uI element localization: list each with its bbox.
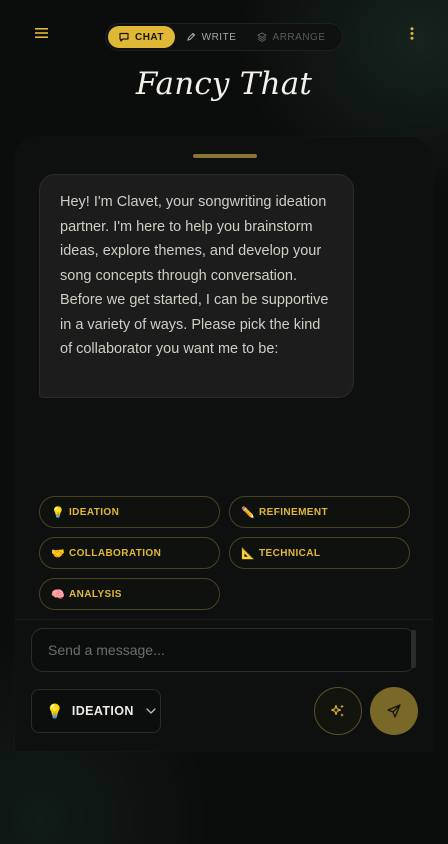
send-button[interactable] [370,687,418,735]
drag-handle[interactable] [193,154,257,158]
tab-write[interactable]: WRITE [175,26,247,48]
more-options-icon[interactable] [404,22,420,44]
mode-chip-analysis[interactable]: 🧠 ANALYSIS [39,578,220,610]
pencil-icon: ✏️ [240,506,256,519]
chat-bubble-icon [119,32,129,42]
selected-mode-label: IDEATION [71,704,134,718]
tab-write-label: WRITE [201,31,237,43]
hamburger-menu-icon[interactable] [29,22,53,44]
composer-divider [15,619,433,620]
triangle-ruler-icon: 📐 [240,547,256,560]
assistant-message: Hey! I'm Clavet, your songwriting ideati… [39,174,354,398]
mode-tabs: CHAT WRITE ARRANGE [105,23,343,51]
chevron-down-icon [146,708,156,714]
input-scrollbar[interactable] [411,630,416,668]
mode-chip-label: TECHNICAL [259,547,321,559]
lightbulb-icon: 💡 [50,506,66,519]
mode-chip-label: COLLABORATION [69,547,162,559]
page-title: Fancy That [135,66,313,102]
message-input[interactable] [31,628,416,672]
mode-chip-label: ANALYSIS [69,588,122,600]
mode-chip-ideation[interactable]: 💡 IDEATION [39,496,220,528]
sparkle-suggest-button[interactable] [314,687,362,735]
mode-chip-technical[interactable]: 📐 TECHNICAL [229,537,410,569]
handshake-icon: 🤝 [50,547,66,560]
send-icon [387,704,401,718]
collaborator-mode-select[interactable]: 💡 IDEATION [31,689,161,733]
mode-chip-label: REFINEMENT [259,506,328,518]
lightbulb-icon: 💡 [46,702,64,719]
layers-icon [256,32,267,42]
app-screen: CHAT WRITE ARRANGE Fancy That Hey! I'm C… [0,0,448,844]
mode-chip-refinement[interactable]: ✏️ REFINEMENT [229,496,410,528]
tab-arrange[interactable]: ARRANGE [247,26,335,48]
sparkles-icon [330,704,344,717]
tab-chat[interactable]: CHAT [108,26,175,48]
mode-chip-collaboration[interactable]: 🤝 COLLABORATION [39,537,220,569]
mode-chip-label: IDEATION [69,506,120,518]
tab-arrange-label: ARRANGE [272,31,326,43]
tab-chat-label: CHAT [134,31,165,43]
pencil-icon [186,32,195,41]
brain-icon: 🧠 [50,588,66,601]
